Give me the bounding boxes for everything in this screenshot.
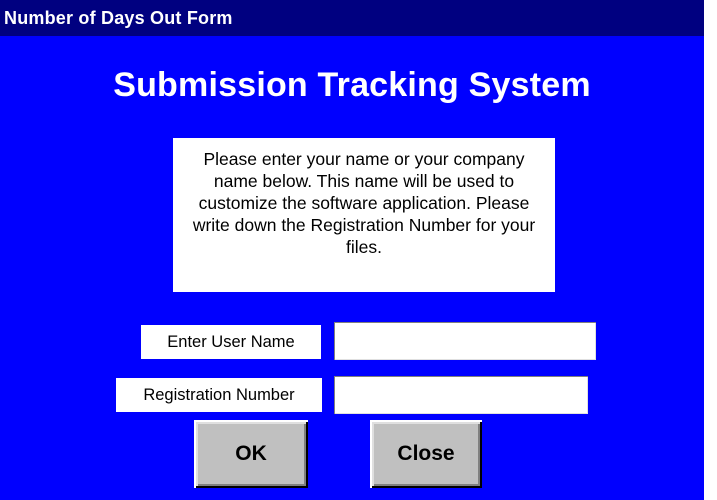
form-window: Number of Days Out Form Submission Track… (0, 0, 704, 500)
registration-number-input[interactable] (334, 376, 588, 414)
app-heading: Submission Tracking System (113, 66, 591, 104)
window-titlebar: Number of Days Out Form (0, 0, 704, 36)
instructions-panel: Please enter your name or your company n… (173, 138, 555, 292)
ok-button[interactable]: OK (194, 420, 308, 488)
instructions-text: Please enter your name or your company n… (192, 149, 536, 257)
window-edge (704, 0, 717, 500)
registration-number-label: Registration Number (116, 378, 322, 412)
window-title: Number of Days Out Form (4, 8, 233, 28)
user-name-input[interactable] (334, 322, 596, 360)
user-name-label: Enter User Name (141, 325, 321, 359)
close-button[interactable]: Close (370, 420, 482, 488)
